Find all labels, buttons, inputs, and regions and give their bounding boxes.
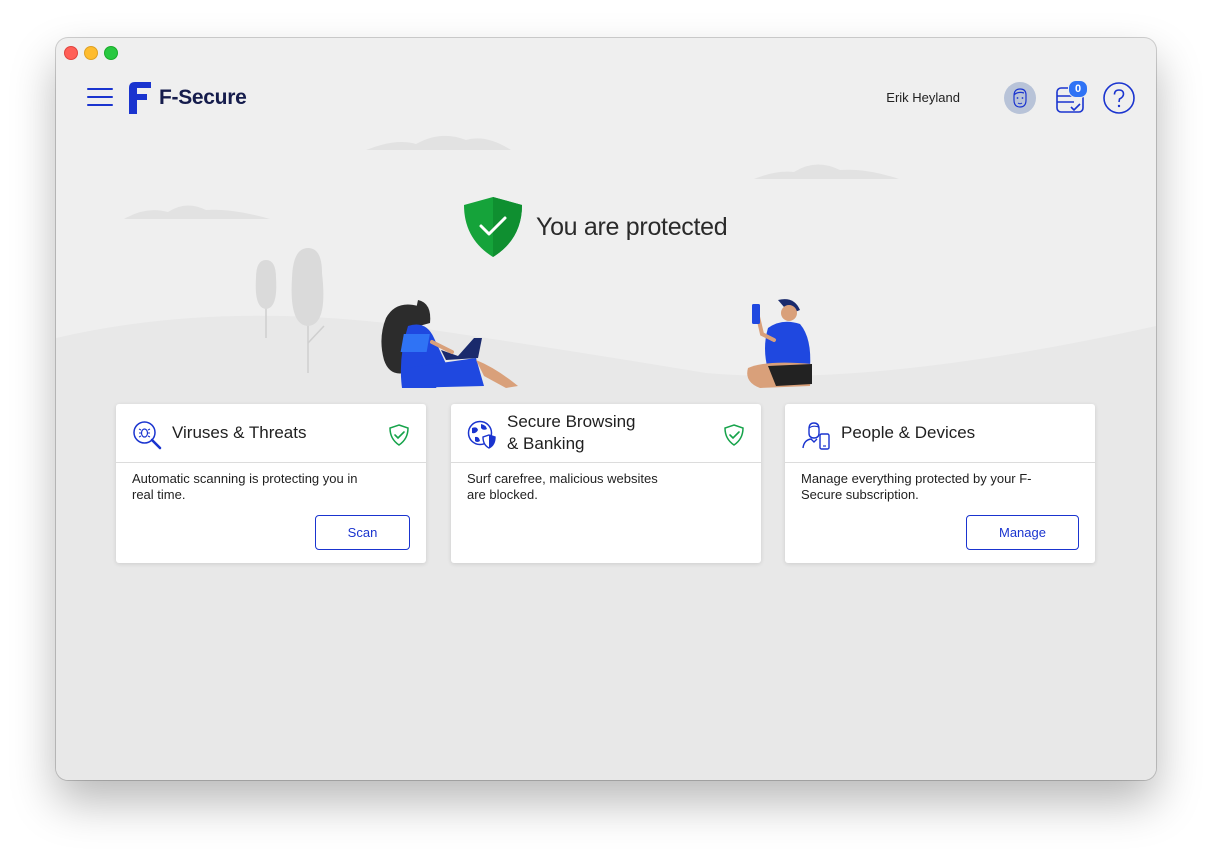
protected-check-icon: [724, 424, 744, 446]
scan-button[interactable]: Scan: [315, 515, 410, 550]
user-name: Erik Heyland: [886, 90, 960, 105]
window-minimize-button[interactable]: [84, 46, 98, 60]
card-description: Manage everything protected by your F- S…: [801, 471, 1032, 502]
shield-check-icon: [464, 197, 522, 257]
card-title: Secure Browsing & Banking: [507, 412, 636, 453]
cloud-shape: [366, 135, 511, 150]
card-header: Viruses & Threats: [116, 404, 426, 463]
bug-search-icon: [133, 421, 162, 450]
notification-badge: 0: [1068, 80, 1088, 98]
card-title: Viruses & Threats: [172, 423, 307, 442]
person-device-icon: [802, 422, 830, 450]
card-description: Surf carefree, malicious websites are bl…: [467, 471, 658, 502]
window-maximize-button[interactable]: [104, 46, 118, 60]
protection-status: You are protected: [462, 195, 728, 259]
card-header: People & Devices: [785, 404, 1095, 463]
manage-button[interactable]: Manage: [966, 515, 1079, 550]
window-close-button[interactable]: [64, 46, 78, 60]
card-header: Secure Browsing & Banking: [451, 404, 761, 463]
brand-logo: F-Secure: [129, 82, 247, 114]
cloud-shape: [124, 205, 270, 219]
man-phone-illustration: [747, 299, 812, 388]
viruses-threats-card: Viruses & Threats Automatic scanning is …: [116, 404, 426, 563]
f-secure-logo-icon: [129, 82, 151, 114]
card-description: Automatic scanning is protecting you in …: [132, 471, 358, 502]
protected-check-icon: [389, 424, 409, 446]
menu-button[interactable]: [87, 86, 114, 108]
status-title: You are protected: [536, 212, 728, 241]
question-icon[interactable]: [1103, 82, 1135, 114]
user-face-icon[interactable]: [1004, 82, 1036, 114]
people-devices-card: People & Devices Manage everything prote…: [785, 404, 1095, 563]
globe-shield-icon: [467, 420, 496, 449]
app-window: F-Secure Erik Heyland 0 You are protecte…: [56, 38, 1156, 780]
card-title: People & Devices: [841, 423, 976, 442]
brand-name: F-Secure: [159, 86, 247, 109]
secure-browsing-card: Secure Browsing & Banking Surf carefree,…: [451, 404, 761, 563]
cloud-shape: [754, 164, 899, 179]
